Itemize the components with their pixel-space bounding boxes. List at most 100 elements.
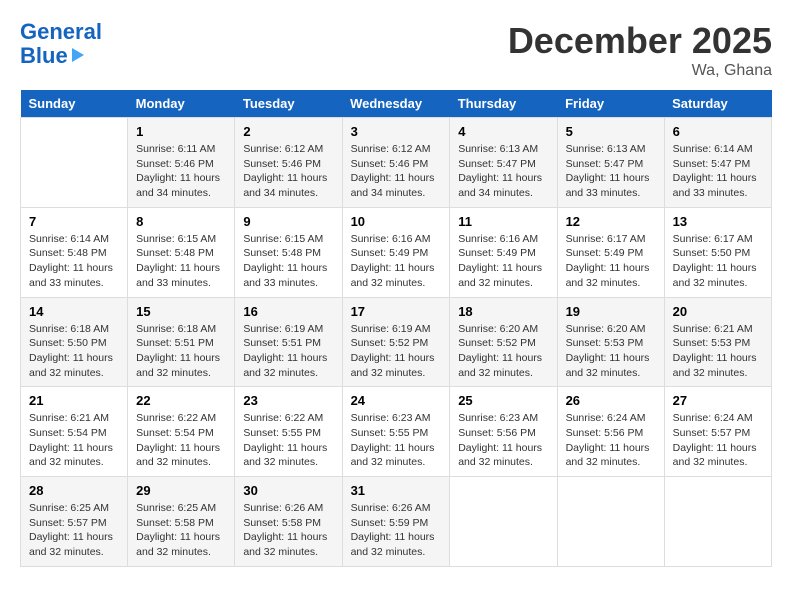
day-info: Sunrise: 6:17 AM Sunset: 5:50 PM Dayligh… [673, 232, 763, 291]
day-number: 7 [29, 214, 119, 229]
day-cell: 1Sunrise: 6:11 AM Sunset: 5:46 PM Daylig… [128, 118, 235, 208]
day-info: Sunrise: 6:19 AM Sunset: 5:52 PM Dayligh… [351, 322, 442, 381]
week-row-4: 21Sunrise: 6:21 AM Sunset: 5:54 PM Dayli… [21, 387, 772, 477]
day-info: Sunrise: 6:14 AM Sunset: 5:48 PM Dayligh… [29, 232, 119, 291]
day-info: Sunrise: 6:16 AM Sunset: 5:49 PM Dayligh… [351, 232, 442, 291]
page-header: General Blue December 2025 Wa, Ghana [20, 20, 772, 80]
week-row-5: 28 Sunrise: 6:25 AM Sunset: 5:57 PM Dayli… [21, 477, 772, 567]
day-number: 20 [673, 304, 763, 319]
day-number: 26 [566, 393, 656, 408]
day-number: 18 [458, 304, 548, 319]
title-block: December 2025 Wa, Ghana [508, 20, 772, 80]
day-number: 16 [243, 304, 333, 319]
location: Wa, Ghana [508, 62, 772, 80]
header-row: SundayMondayTuesdayWednesdayThursdayFrid… [21, 90, 772, 118]
day-cell: 3Sunrise: 6:12 AM Sunset: 5:46 PM Daylig… [342, 118, 450, 208]
header-day-saturday: Saturday [664, 90, 771, 118]
day-number: 12 [566, 214, 656, 229]
day-cell: 9 Sunrise: 6:15 AM Sunset: 5:48 PM Daylig… [235, 207, 342, 297]
day-number: 25 [458, 393, 548, 408]
day-info: Sunrise: 6:17 AM Sunset: 5:49 PM Dayligh… [566, 232, 656, 291]
day-number: 13 [673, 214, 763, 229]
logo-blue: Blue [20, 44, 68, 68]
week-row-3: 14Sunrise: 6:18 AM Sunset: 5:50 PM Dayli… [21, 297, 772, 387]
day-info: Sunrise: 6:18 AM Sunset: 5:51 PM Dayligh… [136, 322, 226, 381]
day-info: Sunrise: 6:19 AM Sunset: 5:51 PM Dayligh… [243, 322, 333, 381]
day-number: 21 [29, 393, 119, 408]
day-info: Sunrise: 6:20 AM Sunset: 5:53 PM Dayligh… [566, 322, 656, 381]
day-number: 28 [29, 483, 119, 498]
header-day-thursday: Thursday [450, 90, 557, 118]
day-info: Sunrise: 6:24 AM Sunset: 5:57 PM Dayligh… [673, 411, 763, 470]
day-info: Sunrise: 6:18 AM Sunset: 5:50 PM Dayligh… [29, 322, 119, 381]
day-info: Sunrise: 6:14 AM Sunset: 5:47 PM Dayligh… [673, 142, 763, 201]
day-info: Sunrise: 6:22 AM Sunset: 5:54 PM Dayligh… [136, 411, 226, 470]
week-row-1: 1Sunrise: 6:11 AM Sunset: 5:46 PM Daylig… [21, 118, 772, 208]
day-number: 15 [136, 304, 226, 319]
day-number: 3 [351, 124, 442, 139]
day-cell: 25 Sunrise: 6:23 AM Sunset: 5:56 PM Dayli… [450, 387, 557, 477]
day-cell: 6 Sunrise: 6:14 AM Sunset: 5:47 PM Daylig… [664, 118, 771, 208]
day-number: 17 [351, 304, 442, 319]
day-info: Sunrise: 6:26 AM Sunset: 5:59 PM Dayligh… [351, 501, 442, 560]
day-number: 24 [351, 393, 442, 408]
header-day-sunday: Sunday [21, 90, 128, 118]
logo-arrow-icon [72, 48, 84, 62]
day-cell [450, 477, 557, 567]
header-day-tuesday: Tuesday [235, 90, 342, 118]
header-day-friday: Friday [557, 90, 664, 118]
day-cell: 2Sunrise: 6:12 AM Sunset: 5:46 PM Daylig… [235, 118, 342, 208]
day-number: 8 [136, 214, 226, 229]
day-cell [21, 118, 128, 208]
day-info: Sunrise: 6:26 AM Sunset: 5:58 PM Dayligh… [243, 501, 333, 560]
day-number: 22 [136, 393, 226, 408]
day-info: Sunrise: 6:15 AM Sunset: 5:48 PM Dayligh… [136, 232, 226, 291]
day-info: Sunrise: 6:23 AM Sunset: 5:56 PM Dayligh… [458, 411, 548, 470]
day-cell: 15 Sunrise: 6:18 AM Sunset: 5:51 PM Dayli… [128, 297, 235, 387]
day-cell [557, 477, 664, 567]
day-cell: 7 Sunrise: 6:14 AM Sunset: 5:48 PM Daylig… [21, 207, 128, 297]
day-info: Sunrise: 6:21 AM Sunset: 5:53 PM Dayligh… [673, 322, 763, 381]
month-title: December 2025 [508, 20, 772, 62]
day-number: 27 [673, 393, 763, 408]
day-number: 4 [458, 124, 548, 139]
day-cell: 18 Sunrise: 6:20 AM Sunset: 5:52 PM Dayli… [450, 297, 557, 387]
day-info: Sunrise: 6:25 AM Sunset: 5:57 PM Dayligh… [29, 501, 119, 560]
day-cell: 24Sunrise: 6:23 AM Sunset: 5:55 PM Dayli… [342, 387, 450, 477]
day-cell: 29 Sunrise: 6:25 AM Sunset: 5:58 PM Dayli… [128, 477, 235, 567]
logo-general: General [20, 19, 102, 44]
header-day-monday: Monday [128, 90, 235, 118]
day-cell: 11Sunrise: 6:16 AM Sunset: 5:49 PM Dayli… [450, 207, 557, 297]
day-info: Sunrise: 6:25 AM Sunset: 5:58 PM Dayligh… [136, 501, 226, 560]
day-info: Sunrise: 6:20 AM Sunset: 5:52 PM Dayligh… [458, 322, 548, 381]
day-cell: 17 Sunrise: 6:19 AM Sunset: 5:52 PM Dayli… [342, 297, 450, 387]
day-info: Sunrise: 6:16 AM Sunset: 5:49 PM Dayligh… [458, 232, 548, 291]
calendar-table: SundayMondayTuesdayWednesdayThursdayFrid… [20, 90, 772, 567]
day-cell: 28 Sunrise: 6:25 AM Sunset: 5:57 PM Dayli… [21, 477, 128, 567]
day-cell: 14Sunrise: 6:18 AM Sunset: 5:50 PM Dayli… [21, 297, 128, 387]
day-info: Sunrise: 6:12 AM Sunset: 5:46 PM Dayligh… [243, 142, 333, 201]
day-info: Sunrise: 6:15 AM Sunset: 5:48 PM Dayligh… [243, 232, 333, 291]
day-cell: 10 Sunrise: 6:16 AM Sunset: 5:49 PM Dayli… [342, 207, 450, 297]
week-row-2: 7 Sunrise: 6:14 AM Sunset: 5:48 PM Daylig… [21, 207, 772, 297]
day-cell: 13 Sunrise: 6:17 AM Sunset: 5:50 PM Dayli… [664, 207, 771, 297]
header-day-wednesday: Wednesday [342, 90, 450, 118]
day-info: Sunrise: 6:24 AM Sunset: 5:56 PM Dayligh… [566, 411, 656, 470]
day-number: 10 [351, 214, 442, 229]
day-number: 23 [243, 393, 333, 408]
day-cell: 4Sunrise: 6:13 AM Sunset: 5:47 PM Daylig… [450, 118, 557, 208]
day-number: 6 [673, 124, 763, 139]
day-info: Sunrise: 6:13 AM Sunset: 5:47 PM Dayligh… [566, 142, 656, 201]
day-number: 31 [351, 483, 442, 498]
day-cell: 8 Sunrise: 6:15 AM Sunset: 5:48 PM Daylig… [128, 207, 235, 297]
logo: General Blue [20, 20, 102, 68]
day-number: 5 [566, 124, 656, 139]
day-number: 29 [136, 483, 226, 498]
day-cell: 23Sunrise: 6:22 AM Sunset: 5:55 PM Dayli… [235, 387, 342, 477]
day-cell: 22 Sunrise: 6:22 AM Sunset: 5:54 PM Dayli… [128, 387, 235, 477]
day-cell: 19Sunrise: 6:20 AM Sunset: 5:53 PM Dayli… [557, 297, 664, 387]
day-cell: 30Sunrise: 6:26 AM Sunset: 5:58 PM Dayli… [235, 477, 342, 567]
day-number: 9 [243, 214, 333, 229]
day-cell: 5 Sunrise: 6:13 AM Sunset: 5:47 PM Daylig… [557, 118, 664, 208]
day-cell: 26 Sunrise: 6:24 AM Sunset: 5:56 PM Dayli… [557, 387, 664, 477]
